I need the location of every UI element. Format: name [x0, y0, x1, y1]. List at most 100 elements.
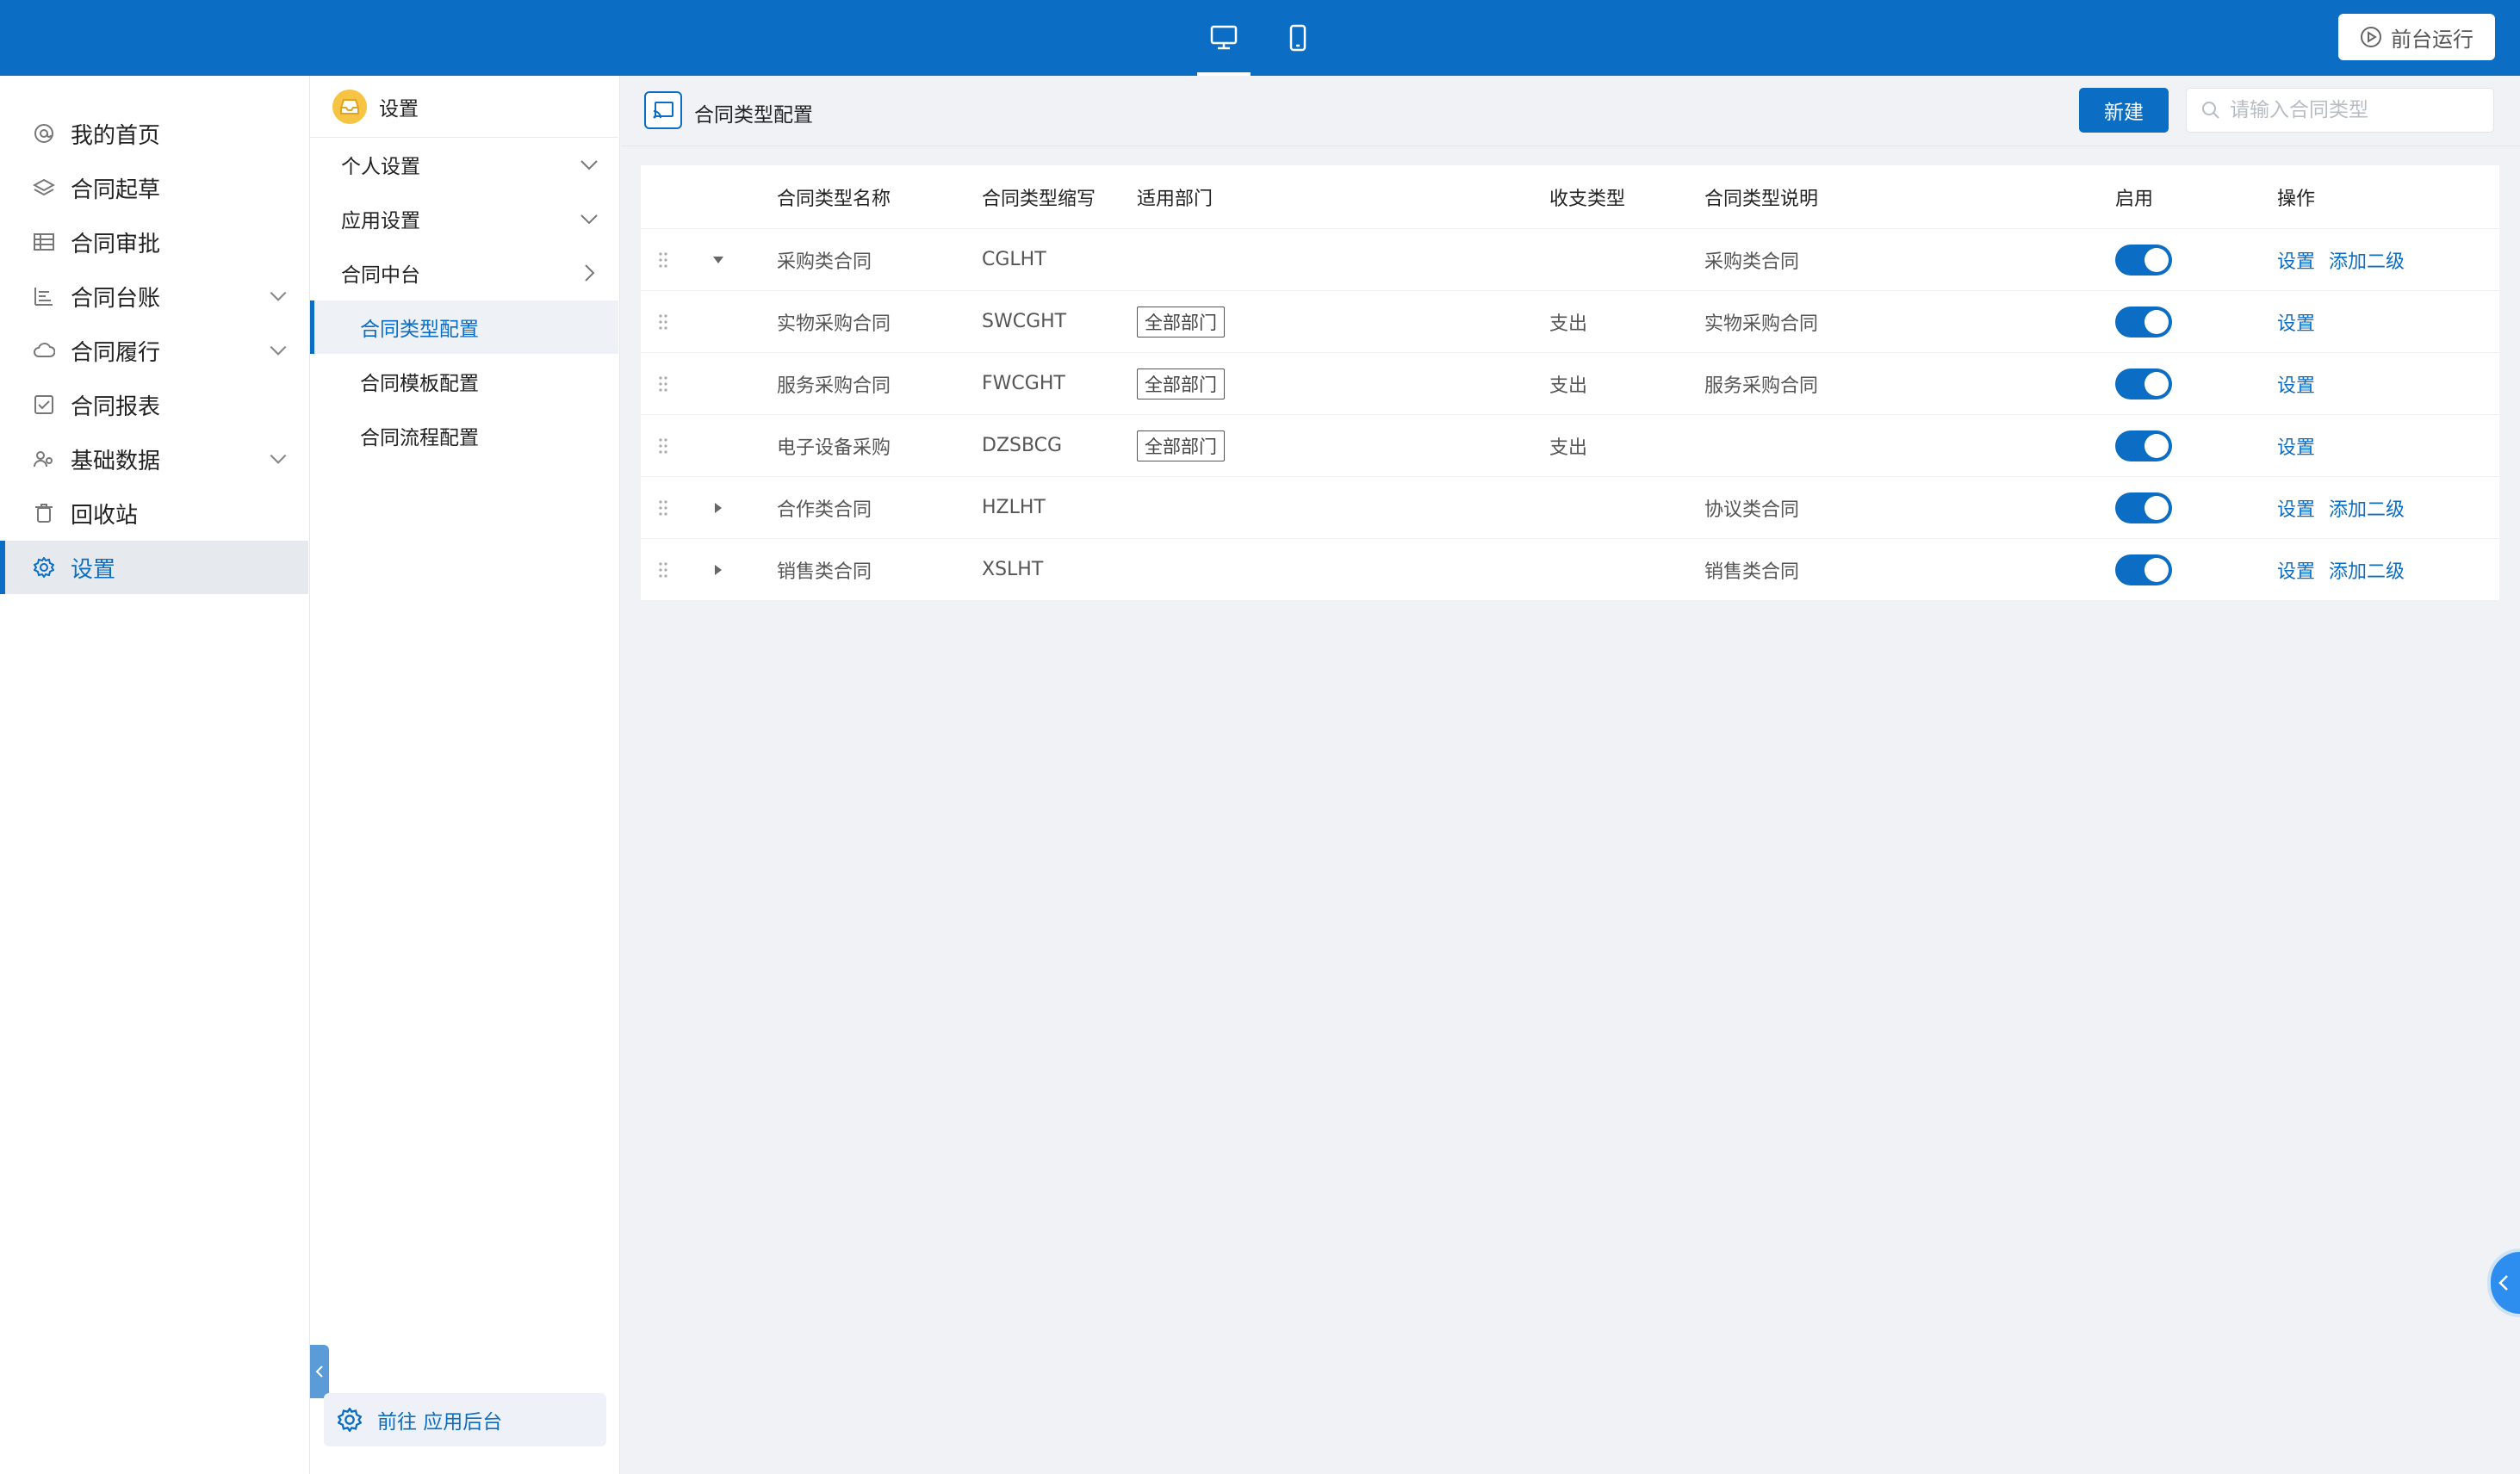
- column-header: 操作: [2277, 188, 2316, 210]
- settings-link[interactable]: 设置: [2277, 432, 2315, 460]
- cell-desc: 采购类合同: [1704, 251, 1800, 273]
- caret-down-icon[interactable]: [708, 229, 729, 290]
- toggle-switch[interactable]: [2115, 492, 2172, 523]
- cell-dept: 全部部门: [1137, 353, 1225, 414]
- goto-admin-label: 前往 应用后台: [377, 1411, 503, 1434]
- subnav-item-contract-flow-config[interactable]: 合同流程配置: [310, 409, 618, 462]
- trash-icon: [33, 502, 55, 524]
- table-header-row: 合同类型名称 合同类型缩写 适用部门 收支类型 合同类型说明 启用 操作: [641, 165, 2499, 229]
- enable-toggle[interactable]: [2115, 229, 2172, 290]
- enable-toggle[interactable]: [2115, 477, 2172, 538]
- add-child-link[interactable]: 添加二级: [2329, 246, 2405, 274]
- main-sidebar: 我的首页 合同起草 合同审批 合同台账 合同履行 合同报表 基础数据 回收站 设…: [0, 76, 310, 1474]
- row-actions: 设置 添加二级: [2277, 229, 2418, 290]
- nav-item-recycle-bin[interactable]: 回收站: [0, 486, 308, 540]
- dept-tag: 全部部门: [1137, 368, 1225, 399]
- dept-tag: 全部部门: [1137, 430, 1225, 461]
- drag-handle-icon[interactable]: [658, 353, 670, 414]
- toggle-switch[interactable]: [2115, 306, 2172, 338]
- cloud-icon: [33, 339, 55, 362]
- subnav-item-contract-type-config[interactable]: 合同类型配置: [310, 300, 618, 354]
- nav-item-label: 回收站: [71, 502, 139, 529]
- nav-item-approval[interactable]: 合同审批: [0, 215, 308, 269]
- at-icon: [33, 122, 55, 145]
- subnav-item-label: 个人设置: [341, 156, 420, 178]
- drag-handle-icon[interactable]: [658, 415, 670, 476]
- goto-admin-button[interactable]: 前往 应用后台: [324, 1393, 606, 1446]
- settings-link[interactable]: 设置: [2277, 494, 2315, 522]
- run-frontend-button[interactable]: 前台运行: [2338, 14, 2495, 60]
- cell-io-type: 支出: [1549, 375, 1588, 397]
- cell-abbr: FWCGHT: [982, 373, 1065, 394]
- mobile-icon: [1289, 24, 1307, 52]
- settings-link[interactable]: 设置: [2277, 556, 2315, 584]
- row-actions: 设置 添加二级: [2277, 477, 2418, 538]
- table-row: 采购类合同 CGLHT 采购类合同 设置 添加二级: [641, 229, 2499, 291]
- cell-dept: 全部部门: [1137, 291, 1225, 352]
- enable-toggle[interactable]: [2115, 353, 2172, 414]
- settings-link[interactable]: 设置: [2277, 246, 2315, 274]
- subnav-title: 设置: [379, 97, 419, 121]
- nav-item-label: 合同起草: [71, 177, 161, 203]
- gear-icon: [33, 556, 55, 579]
- enable-toggle[interactable]: [2115, 415, 2172, 476]
- toggle-switch[interactable]: [2115, 430, 2172, 461]
- desktop-view-button[interactable]: [1197, 0, 1251, 76]
- settings-link[interactable]: 设置: [2277, 370, 2315, 398]
- subnav-item-app-settings[interactable]: 应用设置: [310, 192, 618, 245]
- nav-item-reports[interactable]: 合同报表: [0, 378, 308, 431]
- row-actions: 设置: [2277, 415, 2329, 476]
- subnav-item-label: 合同类型配置: [360, 319, 479, 341]
- table-icon: [33, 231, 55, 253]
- mobile-view-button[interactable]: [1271, 0, 1325, 76]
- enable-toggle[interactable]: [2115, 539, 2172, 600]
- subnav-header: 设置: [310, 76, 618, 138]
- cell-dept: 全部部门: [1137, 415, 1225, 476]
- chevron-right-icon: [585, 264, 595, 282]
- subnav-item-label: 合同模板配置: [360, 373, 479, 395]
- cell-desc: 销售类合同: [1704, 560, 1800, 583]
- drag-handle-icon[interactable]: [658, 291, 670, 352]
- checkbox-icon: [33, 393, 55, 416]
- cell-name: 电子设备采购: [777, 437, 891, 459]
- caret-right-icon[interactable]: [708, 539, 729, 600]
- row-actions: 设置: [2277, 353, 2329, 414]
- add-child-link[interactable]: 添加二级: [2329, 494, 2405, 522]
- drag-handle-icon[interactable]: [658, 539, 670, 600]
- cell-name: 采购类合同: [777, 251, 872, 273]
- settings-subnav: 设置 个人设置 应用设置 合同中台 合同类型配置 合同模板配置 合同流程配置: [310, 76, 620, 1474]
- nav-item-label: 我的首页: [71, 122, 161, 149]
- new-button[interactable]: 新建: [2079, 88, 2169, 133]
- subnav-item-personal-settings[interactable]: 个人设置: [310, 138, 618, 191]
- table-row: 实物采购合同 SWCGHT 全部部门 支出 实物采购合同 设置: [641, 291, 2499, 353]
- add-child-link[interactable]: 添加二级: [2329, 556, 2405, 584]
- layers-icon: [33, 177, 55, 199]
- table-row: 电子设备采购 DZSBCG 全部部门 支出 设置: [641, 415, 2499, 477]
- search-input[interactable]: [2230, 96, 2480, 125]
- nav-item-draft[interactable]: 合同起草: [0, 161, 308, 214]
- column-header: 合同类型名称: [777, 188, 891, 210]
- subnav-item-contract-center[interactable]: 合同中台: [310, 246, 618, 300]
- toggle-switch[interactable]: [2115, 244, 2172, 276]
- cell-desc: 实物采购合同: [1704, 313, 1819, 335]
- subnav-item-contract-template-config[interactable]: 合同模板配置: [310, 355, 618, 408]
- collapse-sidebar-button[interactable]: [310, 1345, 329, 1398]
- drag-handle-icon[interactable]: [658, 477, 670, 538]
- chevron-down-icon: [270, 345, 287, 356]
- nav-item-fulfillment[interactable]: 合同履行: [0, 324, 308, 377]
- enable-toggle[interactable]: [2115, 291, 2172, 352]
- toggle-switch[interactable]: [2115, 368, 2172, 399]
- cell-name: 合作类合同: [777, 499, 872, 521]
- caret-right-icon[interactable]: [708, 477, 729, 538]
- chevron-down-icon: [270, 454, 287, 464]
- nav-item-settings[interactable]: 设置: [0, 541, 308, 594]
- nav-item-basic-data[interactable]: 基础数据: [0, 432, 308, 486]
- settings-link[interactable]: 设置: [2277, 308, 2315, 336]
- nav-item-home[interactable]: 我的首页: [0, 107, 308, 160]
- nav-item-ledger[interactable]: 合同台账: [0, 269, 308, 323]
- column-header: 适用部门: [1137, 188, 1213, 210]
- drag-handle-icon[interactable]: [658, 229, 670, 290]
- nav-item-label: 合同台账: [71, 285, 161, 312]
- floating-panel-toggle[interactable]: [2487, 1248, 2520, 1317]
- toggle-switch[interactable]: [2115, 554, 2172, 585]
